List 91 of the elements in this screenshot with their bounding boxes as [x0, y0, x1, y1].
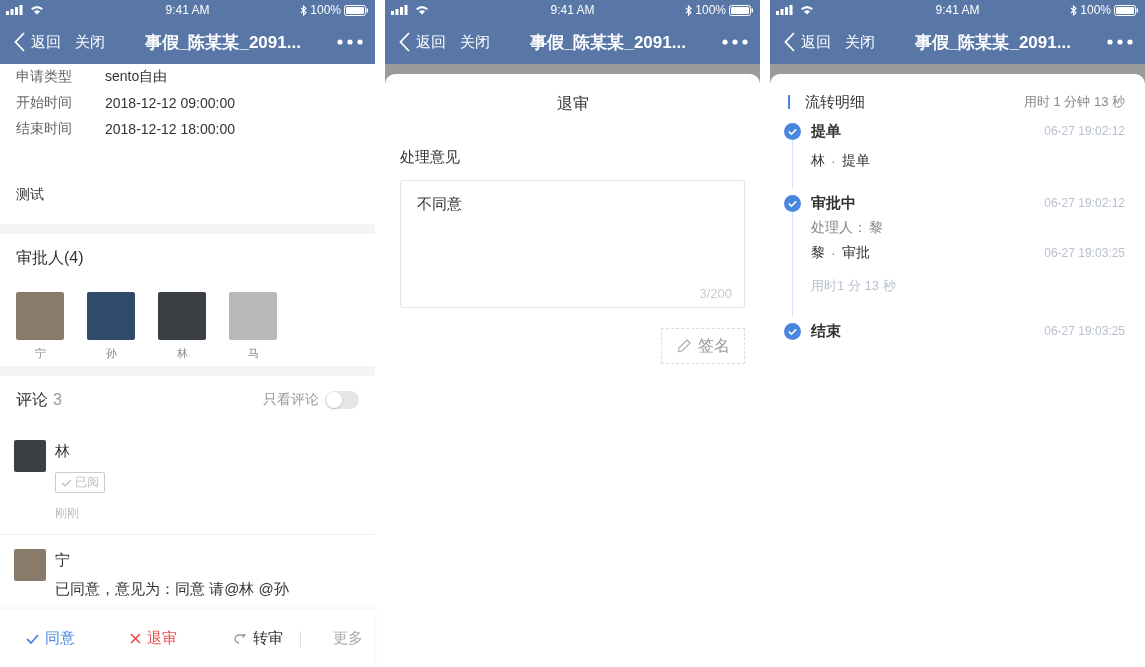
close-button[interactable]: 关闭 [75, 32, 105, 52]
comment-count: 3 [53, 391, 62, 409]
separator-dot: · [831, 153, 836, 169]
avatar-photo-placeholder[interactable] [229, 292, 277, 340]
page-title: 事假_陈某某_2091... [530, 31, 686, 54]
battery-percent: 100% [695, 3, 726, 17]
battery-icon [344, 4, 369, 16]
sheet-title: 退审 [555, 94, 590, 114]
field-value: sento自由 [105, 68, 168, 86]
step-title: 结束 [811, 321, 841, 341]
total-duration: 用时 1 分钟 13 秒 [1023, 93, 1125, 111]
bluetooth-icon [300, 4, 308, 16]
check-icon [26, 633, 39, 644]
battery-icon [729, 4, 754, 16]
approver-name: 宁 [34, 346, 46, 361]
sheet-title: 流转明细 [805, 92, 865, 112]
more-icon[interactable] [337, 39, 363, 45]
wifi-icon [800, 5, 814, 15]
back-button[interactable]: 返回 [399, 32, 446, 52]
status-time: 9:41 AM [549, 3, 596, 17]
handler-name: 黎 [869, 219, 883, 237]
section-title: 评论 [16, 389, 48, 410]
approver-name: 孙 [105, 346, 117, 361]
more-button[interactable]: 更多 [333, 629, 363, 648]
check-icon [61, 478, 72, 487]
comment-author: 林 [55, 441, 70, 461]
field-label: 结束时间 [16, 120, 73, 138]
step-time: 06-27 19:02:12 [1044, 196, 1125, 210]
comment-author: 宁 [55, 550, 70, 570]
close-button[interactable]: 关闭 [845, 32, 875, 52]
signal-icon [6, 5, 24, 15]
action-time: 06-27 19:03:25 [1044, 246, 1125, 260]
status-time: 9:41 AM [934, 3, 981, 17]
section-title: 审批人(4) [16, 248, 85, 268]
bluetooth-icon [1070, 4, 1078, 16]
sign-button[interactable]: 签名 [661, 328, 745, 364]
avatar-photo-placeholder[interactable] [87, 292, 135, 340]
approver-name: 林 [176, 346, 188, 361]
page-title: 事假_陈某某_2091... [915, 31, 1071, 54]
signal-icon [776, 5, 794, 15]
avatar-photo-placeholder [14, 549, 46, 581]
wifi-icon [415, 5, 429, 15]
field-label: 申请类型 [16, 68, 73, 86]
actor-name: 黎 [811, 244, 825, 262]
field-label: 处理意见 [400, 147, 461, 167]
action-text: 提单 [841, 152, 870, 170]
actor-name: 林 [811, 152, 825, 170]
wifi-icon [30, 5, 44, 15]
battery-percent: 100% [1080, 3, 1111, 17]
accent-bar [788, 95, 790, 109]
more-icon[interactable] [1107, 39, 1133, 45]
back-button[interactable]: 返回 [14, 32, 61, 52]
page-title: 事假_陈某某_2091... [145, 31, 301, 54]
toggle-switch[interactable] [325, 391, 359, 409]
handler-label: 处理人： [811, 219, 867, 237]
status-time: 9:41 AM [164, 3, 211, 17]
field-label: 开始时间 [16, 94, 73, 112]
battery-percent: 100% [310, 3, 341, 17]
note-text: 测试 [16, 185, 45, 204]
transfer-button[interactable]: 转审 [234, 629, 283, 648]
filter-label: 只看评论 [263, 391, 319, 409]
step-title: 提单 [811, 121, 841, 141]
redo-arrow-icon [234, 633, 247, 644]
signal-icon [391, 5, 409, 15]
chevron-left-icon [399, 32, 410, 52]
more-icon[interactable] [722, 39, 748, 45]
field-value: 2018-12-12 09:00:00 [105, 95, 235, 111]
back-button[interactable]: 返回 [784, 32, 831, 52]
chevron-left-icon [14, 32, 25, 52]
pencil-icon [676, 338, 692, 354]
field-value: 2018-12-12 18:00:00 [105, 121, 235, 137]
step-title: 审批中 [811, 193, 856, 213]
chevron-left-icon [784, 32, 795, 52]
close-icon [130, 633, 141, 644]
avatar-photo-placeholder[interactable] [158, 292, 206, 340]
separator-dot: · [831, 245, 836, 261]
battery-icon [1114, 4, 1139, 16]
reject-button[interactable]: 退审 [130, 629, 234, 648]
badge-text: 已阅 [75, 474, 99, 491]
step-time: 06-27 19:02:12 [1044, 124, 1125, 138]
close-button[interactable]: 关闭 [460, 32, 490, 52]
step-duration: 用时1 分 13 秒 [811, 277, 896, 295]
comment-time: 刚刚 [55, 505, 79, 522]
bluetooth-icon [685, 4, 693, 16]
avatar-photo-placeholder[interactable] [16, 292, 64, 340]
step-time: 06-27 19:03:25 [1044, 324, 1125, 338]
approver-name: 马 [247, 346, 259, 361]
approve-button[interactable]: 同意 [26, 629, 130, 648]
comment-text: 已同意，意见为：同意 请@林 @孙 [55, 580, 289, 599]
avatar-photo-placeholder [14, 440, 46, 472]
action-text: 审批 [841, 244, 870, 262]
